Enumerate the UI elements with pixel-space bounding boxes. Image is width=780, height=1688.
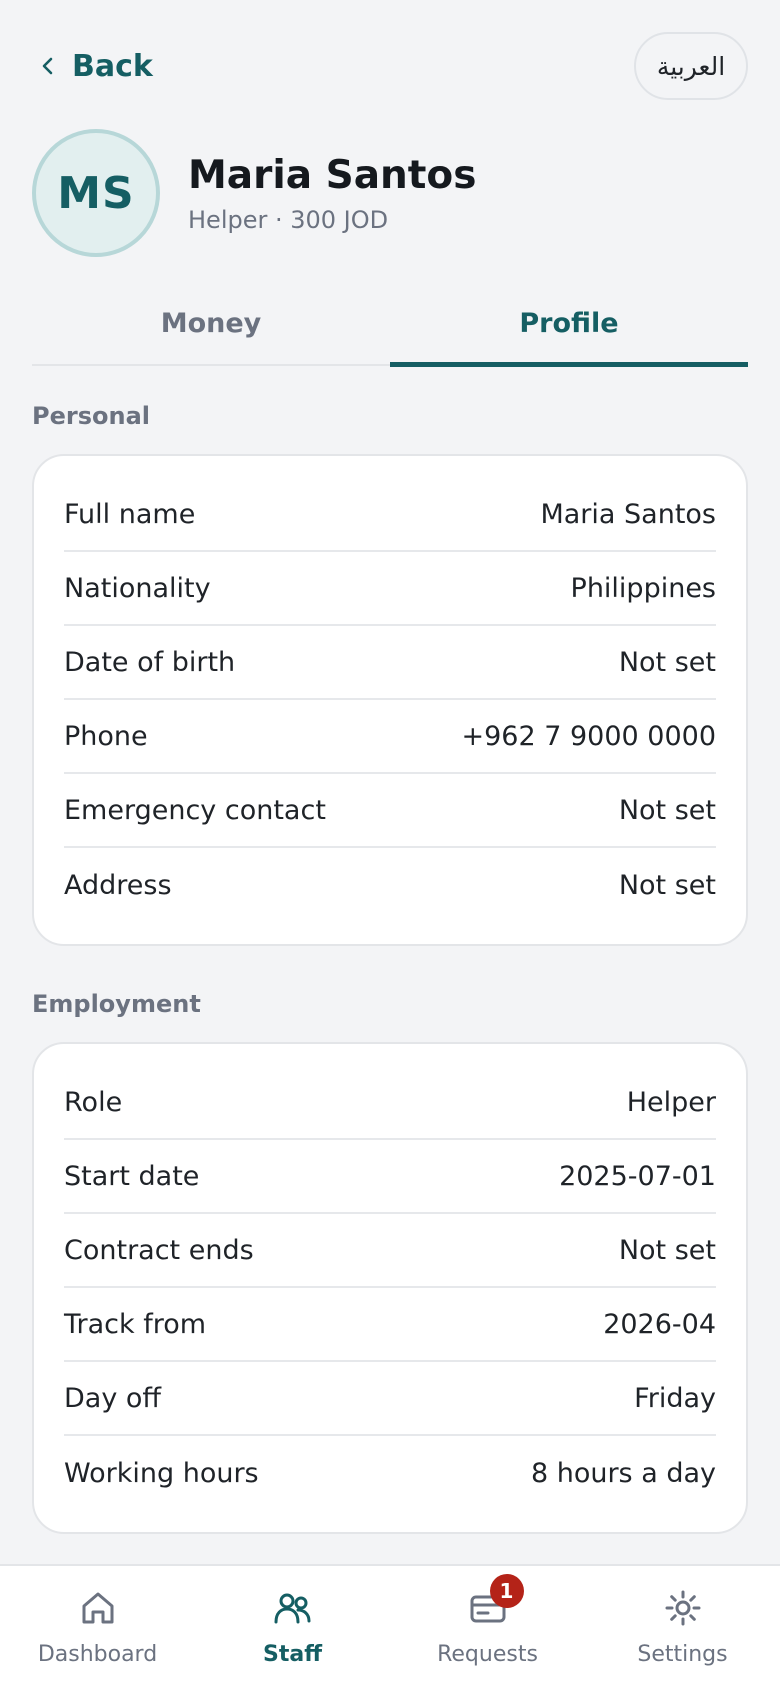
- home-icon: [78, 1588, 118, 1628]
- tab-bar: Money Profile: [32, 282, 748, 367]
- profile-subtitle: Helper · 300 JOD: [188, 205, 389, 234]
- card-icon: 1: [468, 1574, 524, 1628]
- personal-card: Full name Maria Santos Nationality Phili…: [32, 454, 748, 946]
- list-item: Start date 2025-07-01: [64, 1140, 716, 1214]
- back-label: Back: [72, 48, 153, 84]
- row-label: Phone: [64, 720, 148, 752]
- row-label: Address: [64, 869, 172, 901]
- top-bar: Back العربية: [0, 0, 780, 130]
- users-icon: [273, 1588, 313, 1628]
- list-item: Date of birth Not set: [64, 626, 716, 700]
- nav-label: Staff: [262, 1642, 323, 1667]
- row-label: Date of birth: [64, 646, 236, 678]
- language-toggle-button[interactable]: العربية: [634, 32, 748, 100]
- list-item: Role Helper: [64, 1066, 716, 1140]
- list-item: Contract ends Not set: [64, 1214, 716, 1288]
- row-label: Track from: [64, 1308, 207, 1340]
- row-label: Day off: [64, 1382, 162, 1414]
- row-value: Helper: [626, 1086, 716, 1118]
- row-value: Not set: [618, 794, 716, 826]
- nav-item-settings[interactable]: Settings: [585, 1566, 780, 1688]
- back-button[interactable]: Back: [38, 44, 153, 88]
- row-value: +962 7 9000 0000: [461, 720, 716, 752]
- row-label: Full name: [64, 498, 196, 530]
- row-value: 2025-07-01: [559, 1160, 716, 1192]
- section-title-personal: Personal: [32, 402, 150, 430]
- list-item: Day off Friday: [64, 1362, 716, 1436]
- row-value: Philippines: [570, 572, 716, 604]
- row-value: Friday: [634, 1382, 716, 1414]
- list-item: Address Not set: [64, 848, 716, 922]
- nav-label: Requests: [437, 1642, 538, 1667]
- row-value: Not set: [618, 1234, 716, 1266]
- row-value: Not set: [618, 646, 716, 678]
- list-item: Full name Maria Santos: [64, 478, 716, 552]
- row-label: Working hours: [64, 1457, 259, 1489]
- row-label: Start date: [64, 1160, 200, 1192]
- nav-item-requests[interactable]: 1 Requests: [390, 1566, 585, 1688]
- profile-header: MS Maria Santos Helper · 300 JOD: [32, 128, 748, 258]
- employment-card: Role Helper Start date 2025-07-01 Contra…: [32, 1042, 748, 1534]
- nav-label: Dashboard: [37, 1642, 158, 1667]
- nav-item-staff[interactable]: Staff: [195, 1566, 390, 1688]
- nav-item-dashboard[interactable]: Dashboard: [0, 1566, 195, 1688]
- avatar: MS: [32, 129, 160, 257]
- list-item: Emergency contact Not set: [64, 774, 716, 848]
- row-label: Contract ends: [64, 1234, 254, 1266]
- row-label: Role: [64, 1086, 123, 1118]
- list-item: Track from 2026-04: [64, 1288, 716, 1362]
- chevron-left-icon: [42, 57, 53, 75]
- list-item: Working hours 8 hours a day: [64, 1436, 716, 1510]
- row-value: Maria Santos: [540, 498, 716, 530]
- list-item: Nationality Philippines: [64, 552, 716, 626]
- tab-profile[interactable]: Profile: [390, 282, 748, 367]
- list-item: Phone +962 7 9000 0000: [64, 700, 716, 774]
- row-value: 8 hours a day: [530, 1457, 716, 1489]
- bottom-nav: Dashboard Staff 1 Requests Settings: [0, 1564, 780, 1688]
- row-value: 2026-04: [603, 1308, 716, 1340]
- tab-money[interactable]: Money: [32, 282, 390, 364]
- row-label: Emergency contact: [64, 794, 326, 826]
- page-title: Maria Santos: [188, 152, 477, 198]
- gear-icon: [663, 1588, 703, 1628]
- notification-badge: 1: [489, 1574, 524, 1608]
- row-value: Not set: [618, 869, 716, 901]
- nav-label: Settings: [637, 1642, 728, 1667]
- section-title-employment: Employment: [32, 990, 201, 1018]
- row-label: Nationality: [64, 572, 211, 604]
